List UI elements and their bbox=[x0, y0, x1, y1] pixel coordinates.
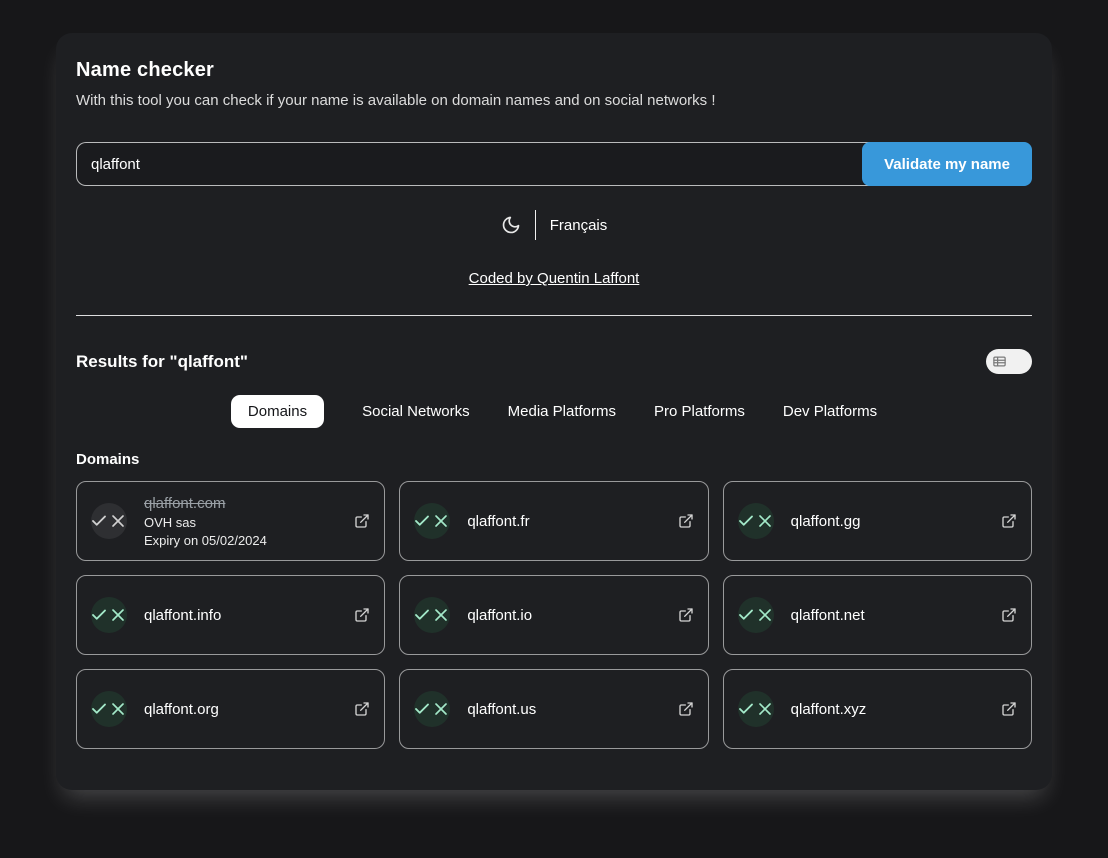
table-icon bbox=[992, 354, 1007, 369]
domain-card-qlaffont.us[interactable]: qlaffont.us bbox=[399, 669, 708, 749]
domain-card-qlaffont.com[interactable]: qlaffont.com OVH sas Expiry on 05/02/202… bbox=[76, 481, 385, 561]
vertical-divider bbox=[535, 210, 536, 240]
domain-name: qlaffont.xyz bbox=[791, 701, 867, 718]
domain-info: qlaffont.info bbox=[144, 607, 221, 624]
page-subtitle: With this tool you can check if your nam… bbox=[76, 92, 1032, 109]
external-link-icon[interactable] bbox=[1001, 607, 1017, 623]
domain-info: qlaffont.net bbox=[791, 607, 865, 624]
tabs: Domains Social Networks Media Platforms Pro… bbox=[76, 395, 1032, 428]
domain-card-qlaffont.xyz[interactable]: qlaffont.xyz bbox=[723, 669, 1032, 749]
domain-name: qlaffont.info bbox=[144, 607, 221, 624]
check-icon bbox=[737, 512, 755, 530]
moon-icon bbox=[501, 215, 521, 235]
status-icon bbox=[91, 597, 127, 633]
domain-card-qlaffont.io[interactable]: qlaffont.io bbox=[399, 575, 708, 655]
status-icon bbox=[91, 503, 127, 539]
domain-info: qlaffont.com OVH sas Expiry on 05/02/202… bbox=[144, 495, 267, 548]
domain-info: qlaffont.fr bbox=[467, 513, 529, 530]
author-credit-link[interactable]: Coded by Quentin Laffont bbox=[469, 270, 640, 287]
status-icon bbox=[414, 503, 450, 539]
domain-name: qlaffont.com bbox=[144, 495, 267, 512]
status-icon bbox=[738, 503, 774, 539]
page-title: Name checker bbox=[76, 59, 1032, 82]
search-row: Validate my name bbox=[76, 142, 1032, 186]
domain-info: qlaffont.org bbox=[144, 701, 219, 718]
status-icon bbox=[738, 597, 774, 633]
status-icon bbox=[414, 691, 450, 727]
domain-info: qlaffont.gg bbox=[791, 513, 861, 530]
credit-row: Coded by Quentin Laffont bbox=[76, 270, 1032, 288]
check-icon bbox=[413, 606, 431, 624]
tab-dev-platforms[interactable]: Dev Platforms bbox=[783, 395, 877, 428]
domain-name: qlaffont.net bbox=[791, 607, 865, 624]
x-icon bbox=[108, 605, 128, 625]
external-link-icon[interactable] bbox=[354, 701, 370, 717]
x-icon bbox=[108, 699, 128, 719]
domain-card-qlaffont.gg[interactable]: qlaffont.gg bbox=[723, 481, 1032, 561]
name-checker-card: Name checker With this tool you can chec… bbox=[56, 33, 1052, 790]
domain-card-qlaffont.info[interactable]: qlaffont.info bbox=[76, 575, 385, 655]
external-link-icon[interactable] bbox=[678, 607, 694, 623]
domain-provider: OVH sas bbox=[144, 515, 267, 530]
x-icon bbox=[755, 511, 775, 531]
theme-toggle-button[interactable] bbox=[501, 215, 521, 235]
results-title: Results for "qlaffont" bbox=[76, 352, 248, 372]
tab-pro-platforms[interactable]: Pro Platforms bbox=[654, 395, 745, 428]
tab-media-platforms[interactable]: Media Platforms bbox=[508, 395, 616, 428]
check-icon bbox=[90, 700, 108, 718]
domains-grid: qlaffont.com OVH sas Expiry on 05/02/202… bbox=[76, 481, 1032, 749]
x-icon bbox=[755, 699, 775, 719]
domain-name: qlaffont.org bbox=[144, 701, 219, 718]
domain-name: qlaffont.us bbox=[467, 701, 536, 718]
external-link-icon[interactable] bbox=[354, 607, 370, 623]
domain-info: qlaffont.io bbox=[467, 607, 532, 624]
check-icon bbox=[737, 700, 755, 718]
status-icon bbox=[91, 691, 127, 727]
check-icon bbox=[90, 512, 108, 530]
status-icon bbox=[738, 691, 774, 727]
domain-card-qlaffont.fr[interactable]: qlaffont.fr bbox=[399, 481, 708, 561]
external-link-icon[interactable] bbox=[678, 513, 694, 529]
status-icon bbox=[414, 597, 450, 633]
x-icon bbox=[431, 511, 451, 531]
domains-section-title: Domains bbox=[76, 451, 1032, 468]
check-icon bbox=[413, 700, 431, 718]
section-divider bbox=[76, 315, 1032, 316]
language-selector[interactable]: Français bbox=[550, 217, 608, 234]
check-icon bbox=[413, 512, 431, 530]
tab-social-networks[interactable]: Social Networks bbox=[362, 395, 470, 428]
check-icon bbox=[737, 606, 755, 624]
x-icon bbox=[108, 511, 128, 531]
preferences-row: Français bbox=[76, 210, 1032, 240]
validate-name-button[interactable]: Validate my name bbox=[862, 142, 1032, 186]
domain-info: qlaffont.us bbox=[467, 701, 536, 718]
domain-info: qlaffont.xyz bbox=[791, 701, 867, 718]
external-link-icon[interactable] bbox=[678, 701, 694, 717]
x-icon bbox=[431, 699, 451, 719]
view-mode-toggle[interactable] bbox=[986, 349, 1032, 374]
domain-card-qlaffont.net[interactable]: qlaffont.net bbox=[723, 575, 1032, 655]
external-link-icon[interactable] bbox=[354, 513, 370, 529]
external-link-icon[interactable] bbox=[1001, 701, 1017, 717]
results-header: Results for "qlaffont" bbox=[76, 349, 1032, 374]
domain-expiry: Expiry on 05/02/2024 bbox=[144, 533, 267, 548]
x-icon bbox=[755, 605, 775, 625]
domain-name: qlaffont.fr bbox=[467, 513, 529, 530]
external-link-icon[interactable] bbox=[1001, 513, 1017, 529]
x-icon bbox=[431, 605, 451, 625]
tab-domains[interactable]: Domains bbox=[231, 395, 324, 428]
domain-name: qlaffont.io bbox=[467, 607, 532, 624]
domain-name: qlaffont.gg bbox=[791, 513, 861, 530]
check-icon bbox=[90, 606, 108, 624]
domain-card-qlaffont.org[interactable]: qlaffont.org bbox=[76, 669, 385, 749]
